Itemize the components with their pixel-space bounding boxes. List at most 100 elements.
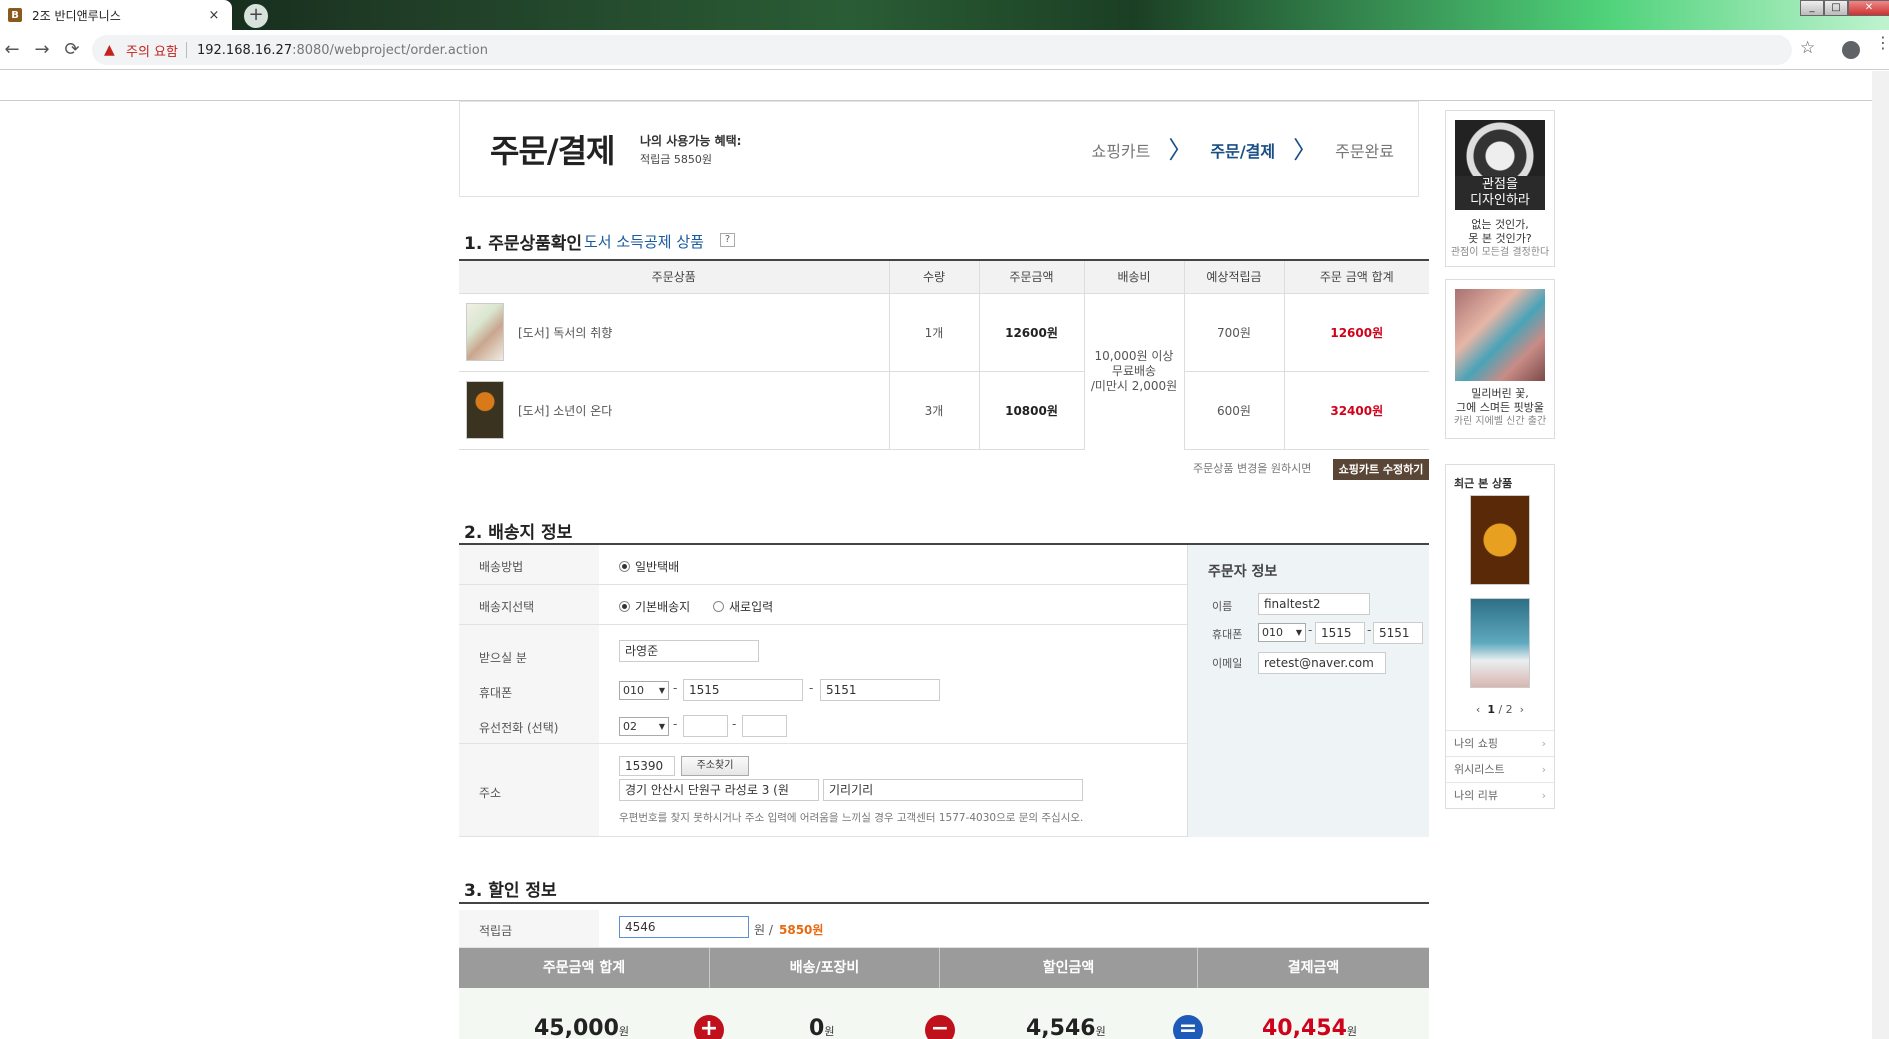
ad-banner-line: 관점을 bbox=[1482, 177, 1518, 192]
new-address-radio[interactable]: 새로입력 bbox=[713, 598, 773, 615]
recipient-block: 받으실 분 라영준 휴대폰 010 - 1515 - 5151 유선전화 (선택… bbox=[459, 625, 1187, 744]
step-arrow-icon: 〉 bbox=[1168, 136, 1193, 164]
find-address-button[interactable]: 주소찾기 bbox=[681, 756, 749, 776]
page-scrollbar[interactable] bbox=[1872, 71, 1889, 1039]
sidebar-link-my-shopping[interactable]: 나의 쇼핑 › bbox=[1446, 730, 1554, 756]
orderer-mobile-middle-input[interactable]: 1515 bbox=[1315, 622, 1365, 644]
recently-viewed-title: 최근 본 상품 bbox=[1454, 477, 1513, 490]
mobile-last-input[interactable]: 5151 bbox=[820, 679, 940, 701]
address-help-note: 우편번호를 찾지 못하시거나 주소 입력에 어려움을 느끼실 경우 고객센터 1… bbox=[619, 812, 1084, 824]
book-cover-image[interactable] bbox=[466, 381, 504, 439]
warning-icon[interactable]: ▲ bbox=[104, 43, 120, 57]
column-header: 주문 금액 합계 bbox=[1283, 261, 1429, 293]
step-complete: 주문완료 bbox=[1335, 142, 1394, 161]
page-title: 주문/결제 bbox=[490, 132, 615, 170]
help-icon[interactable]: ? bbox=[720, 233, 735, 247]
dash: - bbox=[1367, 623, 1372, 637]
phone-last-input[interactable] bbox=[742, 715, 787, 737]
shipping-method-label: 배송방법 bbox=[479, 560, 524, 574]
radio-label: 새로입력 bbox=[729, 600, 774, 614]
ad-caption: 밀리버린 꽃, 그에 스며든 핏방울 카린 지에벨 신간 출간 bbox=[1446, 387, 1554, 429]
minus-icon: − bbox=[925, 1015, 955, 1039]
bookmark-star-icon[interactable]: ☆ bbox=[1800, 38, 1815, 58]
plus-icon: + bbox=[694, 1015, 724, 1039]
pager-next-icon[interactable]: › bbox=[1520, 703, 1524, 716]
ad-book-image[interactable] bbox=[1455, 289, 1545, 381]
recently-viewed-panel: 최근 본 상품 ‹ 1 / 2 › 나의 쇼핑 › 위시리스트 › 나의 리뷰 › bbox=[1445, 464, 1555, 809]
security-warning-label[interactable]: 주의 요함 bbox=[126, 41, 178, 60]
address-bar[interactable]: ▲ 주의 요함 192.168.16.27:8080/webproject/or… bbox=[92, 35, 1792, 65]
radio-empty-icon[interactable] bbox=[713, 601, 724, 612]
account-icon[interactable] bbox=[1842, 41, 1860, 59]
orderer-email-input[interactable]: retest@naver.com bbox=[1258, 652, 1386, 674]
reload-icon[interactable]: ⟳ bbox=[60, 38, 84, 62]
shipping-method-radio[interactable]: 일반택배 bbox=[619, 558, 679, 575]
points-input[interactable]: 4546 bbox=[619, 916, 749, 938]
pager-prev-icon[interactable]: ‹ bbox=[1476, 703, 1480, 716]
tax-deduction-label: 도서 소득공제 상품 bbox=[584, 233, 704, 251]
points-label: 적립금 bbox=[479, 924, 513, 938]
address-label: 주소 bbox=[479, 786, 502, 800]
book-cover-image[interactable] bbox=[466, 303, 504, 361]
column-header: 수량 bbox=[888, 261, 979, 293]
radio-selected-icon[interactable] bbox=[619, 561, 630, 572]
won-unit: 원 bbox=[618, 1025, 630, 1038]
radio-label: 기본배송지 bbox=[635, 600, 691, 614]
orderer-email-label: 이메일 bbox=[1212, 657, 1243, 670]
shipping-fee-line: /미만시 2,000원 bbox=[1090, 378, 1178, 393]
won-unit: 원 bbox=[824, 1025, 835, 1038]
maximize-button[interactable]: □ bbox=[1824, 0, 1848, 16]
product-name[interactable]: [도서] 독서의 취향 bbox=[518, 324, 612, 341]
ad-caption-line: 관점이 모든걸 결정한다 bbox=[1450, 247, 1550, 258]
address-line1-input[interactable]: 경기 안산시 단원구 라성로 3 (원 bbox=[619, 779, 819, 801]
discount-amount: 4,546원 bbox=[1026, 1016, 1106, 1039]
column-header: 배송비 bbox=[1083, 261, 1184, 293]
tab-close-icon[interactable]: × bbox=[204, 8, 224, 23]
orderer-mobile-prefix-select[interactable]: 010 bbox=[1258, 623, 1306, 642]
sidebar-ad-book-2[interactable]: 밀리버린 꽃, 그에 스며든 핏방울 카린 지에벨 신간 출간 bbox=[1445, 279, 1555, 439]
phone-middle-input[interactable] bbox=[683, 715, 728, 737]
shipping-method-row: 배송방법 일반택배 bbox=[459, 545, 1187, 585]
zipcode-input[interactable]: 15390 bbox=[619, 756, 675, 776]
benefit-value: 적립금 5850원 bbox=[640, 153, 712, 166]
recipient-name-input[interactable]: 라영준 bbox=[619, 640, 759, 662]
url-path: :8080/webproject/order.action bbox=[292, 42, 488, 58]
orderer-name-input[interactable]: finaltest2 bbox=[1258, 593, 1370, 615]
sidebar-link-my-reviews[interactable]: 나의 리뷰 › bbox=[1446, 782, 1554, 808]
default-address-radio[interactable]: 기본배송지 bbox=[619, 598, 690, 615]
product-points: 700원 bbox=[1183, 292, 1284, 371]
mobile-middle-input[interactable]: 1515 bbox=[683, 679, 803, 701]
points-available: 5850원 bbox=[779, 923, 824, 937]
edit-cart-button[interactable]: 쇼핑카트 수정하기 bbox=[1333, 459, 1429, 480]
browser-tab[interactable]: B 2조 반디앤루니스 × bbox=[0, 0, 232, 30]
address-line2-input[interactable]: 기리기리 bbox=[823, 779, 1083, 801]
table-header-row: 주문상품 수량 주문금액 배송비 예상적립금 주문 금액 합계 bbox=[459, 261, 1429, 293]
browser-menu-icon[interactable]: ⋮ bbox=[1875, 35, 1889, 60]
forward-arrow-icon[interactable]: → bbox=[30, 38, 54, 62]
destination-label: 배송지선택 bbox=[479, 600, 535, 614]
phone-area-select[interactable]: 02 bbox=[619, 717, 669, 736]
close-window-button[interactable]: ✕ bbox=[1848, 0, 1889, 16]
chevron-right-icon: › bbox=[1541, 737, 1546, 750]
mobile-prefix-select[interactable]: 010 bbox=[619, 681, 669, 700]
recipient-label: 받으실 분 bbox=[479, 651, 527, 665]
order-items-table: 주문상품 수량 주문금액 배송비 예상적립금 주문 금액 합계 [도서] 독서의… bbox=[459, 261, 1429, 450]
sidebar-link-wishlist[interactable]: 위시리스트 › bbox=[1446, 756, 1554, 782]
radio-selected-icon[interactable] bbox=[619, 601, 630, 612]
browser-toolbar: ← → ⟳ ▲ 주의 요함 192.168.16.27:8080/webproj… bbox=[0, 30, 1889, 70]
recent-book-thumbnail[interactable] bbox=[1470, 495, 1530, 585]
orderer-mobile-last-input[interactable]: 5151 bbox=[1373, 622, 1423, 644]
points-unit: 원 / bbox=[754, 923, 773, 937]
ad-caption-line: 못 본 것인가? bbox=[1468, 232, 1532, 245]
sidebar-ad-book-1[interactable]: 관점을 디자인하라 없는 것인가, 못 본 것인가? 관점이 모든걸 결정한다 bbox=[1445, 110, 1555, 267]
back-arrow-icon[interactable]: ← bbox=[0, 38, 24, 62]
new-tab-button[interactable]: + bbox=[244, 4, 268, 28]
product-price: 10800원 bbox=[978, 370, 1084, 450]
ad-caption-line: 그에 스며든 핏방울 bbox=[1456, 401, 1544, 414]
product-name[interactable]: [도서] 소년이 온다 bbox=[518, 402, 612, 419]
minimize-button[interactable]: _ bbox=[1800, 0, 1824, 16]
payment-summary-header: 주문금액 합계 배송/포장비 할인금액 결제금액 bbox=[459, 948, 1429, 988]
shipping-fee-line: 무료배송 bbox=[1111, 363, 1157, 378]
recent-book-thumbnail[interactable] bbox=[1470, 598, 1530, 688]
cart-change-hint: 주문상품 변경을 원하시면 bbox=[1193, 462, 1312, 475]
